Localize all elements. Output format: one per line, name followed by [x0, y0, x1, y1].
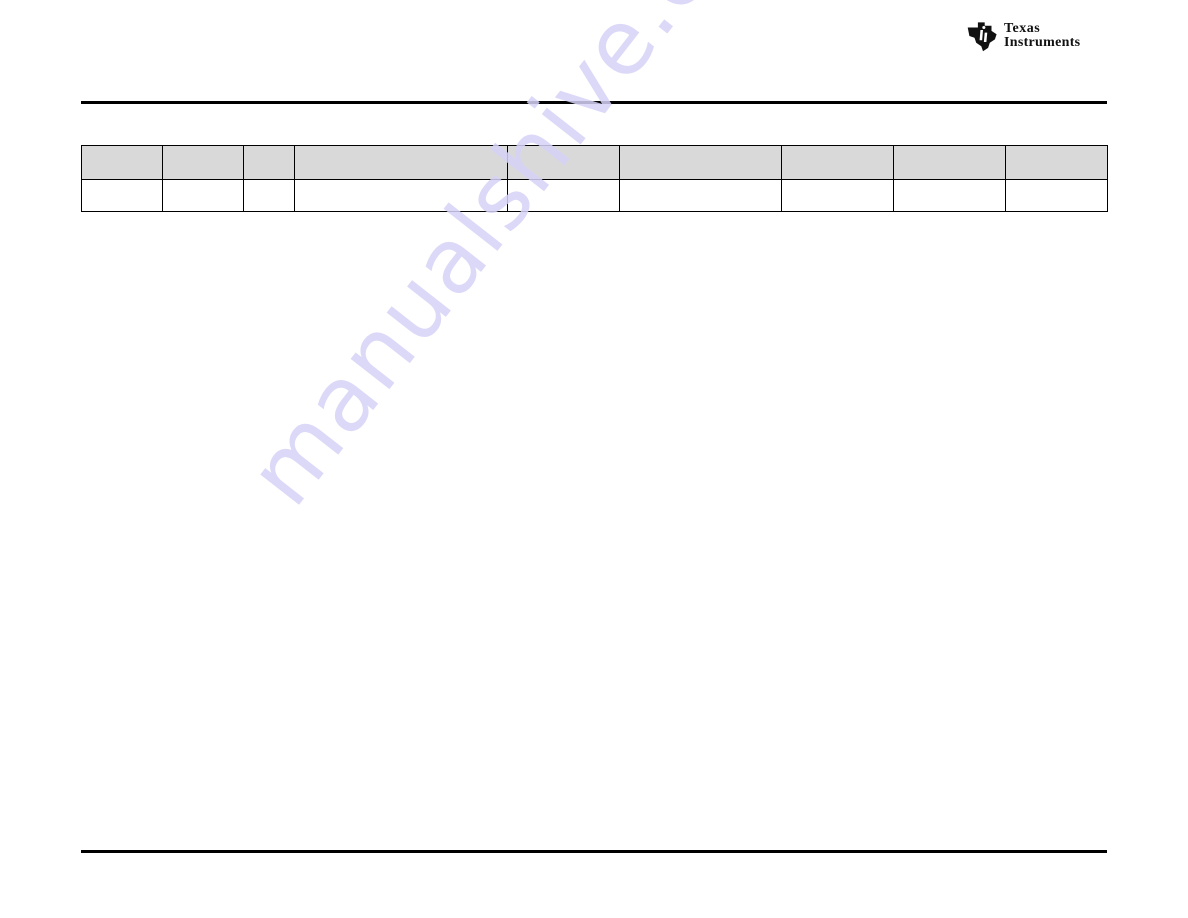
table-cell — [893, 179, 1006, 212]
table-cell — [81, 179, 163, 212]
table-header-cell — [781, 145, 894, 180]
table-cell — [294, 179, 508, 212]
table-cell — [162, 179, 244, 212]
table-header-row — [81, 145, 1108, 180]
table-cell — [619, 179, 782, 212]
table-cell — [507, 179, 620, 212]
texas-instruments-logo: Texas Instruments — [966, 16, 1110, 56]
header-rule — [81, 101, 1107, 104]
logo-text-line1: Texas — [1004, 21, 1041, 36]
table-header-cell — [1005, 145, 1108, 180]
logo-text-line2: Instruments — [1004, 35, 1081, 50]
spec-table — [81, 145, 1108, 212]
table-header-cell — [507, 145, 620, 180]
table-header-cell — [81, 145, 163, 180]
table-header-cell — [294, 145, 508, 180]
table-header-cell — [162, 145, 244, 180]
table-header-cell — [243, 145, 295, 180]
table-cell — [781, 179, 894, 212]
footer-rule — [81, 850, 1107, 853]
table-cell — [1005, 179, 1108, 212]
table-header-cell — [893, 145, 1006, 180]
ti-logo-icon — [967, 22, 997, 52]
watermark-text: manualshive.com — [228, 0, 820, 525]
table-header-cell — [619, 145, 782, 180]
table-row — [81, 179, 1108, 212]
table-cell — [243, 179, 295, 212]
